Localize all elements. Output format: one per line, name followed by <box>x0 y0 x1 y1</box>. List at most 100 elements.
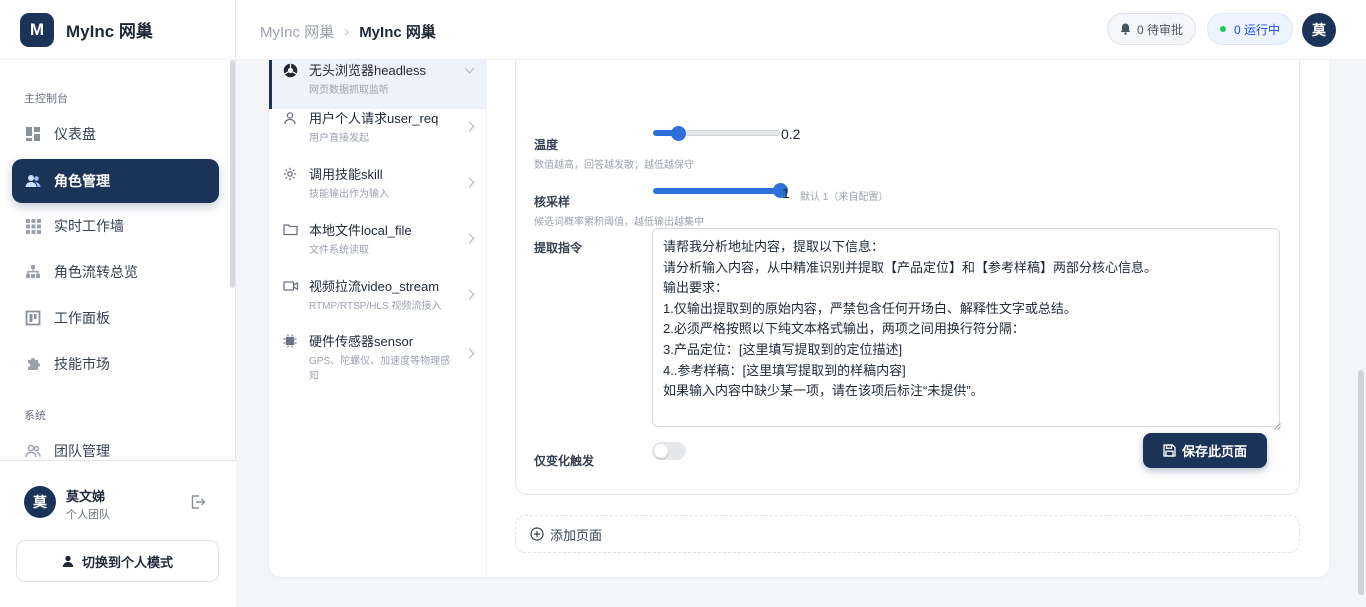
user-icon <box>283 111 299 127</box>
user-block: 莫 莫文娣 个人团队 切换到个人模式 <box>0 460 236 607</box>
pending-count: 0 待审批 <box>1137 22 1184 37</box>
list-item-title: 本地文件local_file <box>309 223 412 238</box>
switch-personal-mode-button[interactable]: 切换到个人模式 <box>16 540 219 582</box>
list-item-title: 调用技能skill <box>309 167 383 182</box>
breadcrumb-root[interactable]: MyInc 网巢 <box>260 21 334 42</box>
sidebar-item-label: 角色流转总览 <box>54 264 138 280</box>
chevron-right-icon: › <box>344 23 350 40</box>
chevron-right-icon <box>464 177 475 188</box>
sidebar-item-label: 工作面板 <box>54 310 110 326</box>
sidebar-item-label: 角色管理 <box>54 173 110 189</box>
chevron-right-icon <box>464 348 475 359</box>
temperature-value: 0.2 <box>781 126 801 142</box>
list-item-subtitle: RTMP/RTSP/HLS 视频流接入 <box>309 301 442 312</box>
list-item-subtitle: 网页数据抓取监听 <box>309 85 389 96</box>
top-p-default-note: 默认 1（来自配置） <box>800 192 889 203</box>
brand[interactable]: M MyInc 网巢 <box>0 0 235 60</box>
grid-icon <box>24 217 42 235</box>
sidebar-nav: 主控制台 仪表盘 角色管理 实时工作墙 角色流转总览 工作面板 技能市场 系统 … <box>0 60 236 460</box>
add-page-label: 添加页面 <box>550 527 603 543</box>
section-title-system: 系统 <box>24 410 46 422</box>
breadcrumb: MyInc 网巢 › MyInc 网巢 <box>260 21 436 42</box>
chevron-down-icon <box>464 63 475 74</box>
sidebar-item-workwall[interactable]: 实时工作墙 <box>12 204 219 248</box>
prompt-textarea[interactable]: 请帮我分析地址内容，提取以下信息： 请分析输入内容，从中精准识别并提取【产品定位… <box>652 228 1280 427</box>
top-header: MyInc 网巢 › MyInc 网巢 0 待审批 0 运行中 莫 <box>236 0 1366 60</box>
chevron-right-icon <box>464 289 475 300</box>
logout-icon[interactable] <box>190 494 206 515</box>
page-scrollbar[interactable] <box>1358 370 1364 595</box>
save-icon <box>1163 444 1176 457</box>
hierarchy-icon <box>24 263 42 281</box>
prompt-label: 提取指令 <box>534 241 583 255</box>
puzzle-icon <box>24 355 42 373</box>
toggle-knob <box>654 444 668 458</box>
chip-icon <box>283 334 299 350</box>
sidebar-item-label: 技能市场 <box>54 356 110 372</box>
pending-approvals-pill[interactable]: 0 待审批 <box>1107 13 1197 45</box>
header-avatar[interactable]: 莫 <box>1302 13 1336 47</box>
sidebar: M MyInc 网巢 主控制台 仪表盘 角色管理 实时工作墙 角色流转总览 工作… <box>0 0 236 607</box>
chevron-right-icon <box>464 121 475 132</box>
bell-icon <box>1120 23 1131 35</box>
resize-handle-icon[interactable] <box>1274 417 1281 435</box>
section-title-main: 主控制台 <box>24 93 68 105</box>
user-name: 莫文娣 <box>66 489 106 504</box>
list-item-title: 视频拉流video_stream <box>309 279 440 294</box>
users-icon <box>24 172 42 190</box>
save-page-button[interactable]: 保存此页面 <box>1143 433 1267 468</box>
main-card: 无头浏览器headless 网页数据抓取监听 用户个人请求user_req 用户… <box>269 60 1329 577</box>
sidebar-item-team[interactable]: 团队管理 <box>12 429 219 460</box>
sidebar-item-dashboard[interactable]: 仪表盘 <box>12 112 219 156</box>
running-pill[interactable]: 0 运行中 <box>1207 13 1294 45</box>
change-trigger-toggle[interactable] <box>652 442 686 460</box>
list-item-title: 无头浏览器headless <box>309 63 427 78</box>
user-avatar[interactable]: 莫 <box>24 486 56 518</box>
running-count: 0 运行中 <box>1234 22 1281 37</box>
folder-icon <box>283 223 299 239</box>
top-p-value: 1 <box>782 185 790 201</box>
list-item-subtitle: 技能输出作为输入 <box>309 189 389 200</box>
dashboard-icon <box>24 125 42 143</box>
list-item-local-file[interactable]: 本地文件local_file 文件系统读取 <box>269 213 487 269</box>
gear-icon <box>283 167 299 183</box>
chevron-right-icon <box>464 233 475 244</box>
sidebar-item-label: 实时工作墙 <box>54 218 124 234</box>
save-page-label: 保存此页面 <box>1181 444 1247 459</box>
browser-icon <box>283 63 299 79</box>
sidebar-item-label: 仪表盘 <box>54 126 96 142</box>
list-item-title: 硬件传感器sensor <box>309 334 414 349</box>
sidebar-item-roles[interactable]: 角色管理 <box>12 159 219 203</box>
list-item-title: 用户个人请求user_req <box>309 111 439 126</box>
list-item-subtitle: 用户直接发起 <box>309 133 369 144</box>
brand-logo: M <box>20 12 54 47</box>
switch-personal-mode-label: 切换到个人模式 <box>81 554 173 570</box>
brand-name: MyInc 网巢 <box>66 22 153 41</box>
plus-circle-icon <box>530 527 544 541</box>
temperature-label: 温度 <box>534 138 559 152</box>
list-item-subtitle: 文件系统读取 <box>309 245 369 256</box>
list-item-user-req[interactable]: 用户个人请求user_req 用户直接发起 <box>269 101 487 157</box>
panel-icon <box>24 309 42 327</box>
top-p-label: 核采样 <box>534 195 571 209</box>
node-config-form: 温度 数值越高，回答越发散；越低越保守 0.2 核采样 候选词概率累积阈值，越低… <box>515 60 1300 495</box>
breadcrumb-current: MyInc 网巢 <box>359 24 436 41</box>
temperature-hint: 数值越高，回答越发散；越低越保守 <box>534 160 694 171</box>
source-list: 无头浏览器headless 网页数据抓取监听 用户个人请求user_req 用户… <box>269 60 487 577</box>
sidebar-item-skillmarket[interactable]: 技能市场 <box>12 342 219 386</box>
list-item-skill[interactable]: 调用技能skill 技能输出作为输入 <box>269 157 487 213</box>
user-team: 个人团队 <box>66 509 110 521</box>
sidebar-scrollbar[interactable] <box>230 60 235 288</box>
list-item-subtitle: GPS、陀螺仪、加速度等物理感知 <box>309 356 451 382</box>
sidebar-item-workpanel[interactable]: 工作面板 <box>12 296 219 340</box>
sidebar-item-flow[interactable]: 角色流转总览 <box>12 250 219 294</box>
list-item-sensor[interactable]: 硬件传感器sensor GPS、陀螺仪、加速度等物理感知 <box>269 324 487 390</box>
trigger-label: 仅变化触发 <box>534 454 595 468</box>
top-p-hint: 候选词概率累积阈值，越低输出越集中 <box>534 217 704 228</box>
video-icon <box>283 279 299 295</box>
add-page-button[interactable]: 添加页面 <box>515 515 1300 553</box>
sidebar-item-label: 团队管理 <box>54 443 110 459</box>
team-icon <box>24 442 42 460</box>
person-icon <box>62 555 74 567</box>
list-item-video-stream[interactable]: 视频拉流video_stream RTMP/RTSP/HLS 视频流接入 <box>269 269 487 325</box>
